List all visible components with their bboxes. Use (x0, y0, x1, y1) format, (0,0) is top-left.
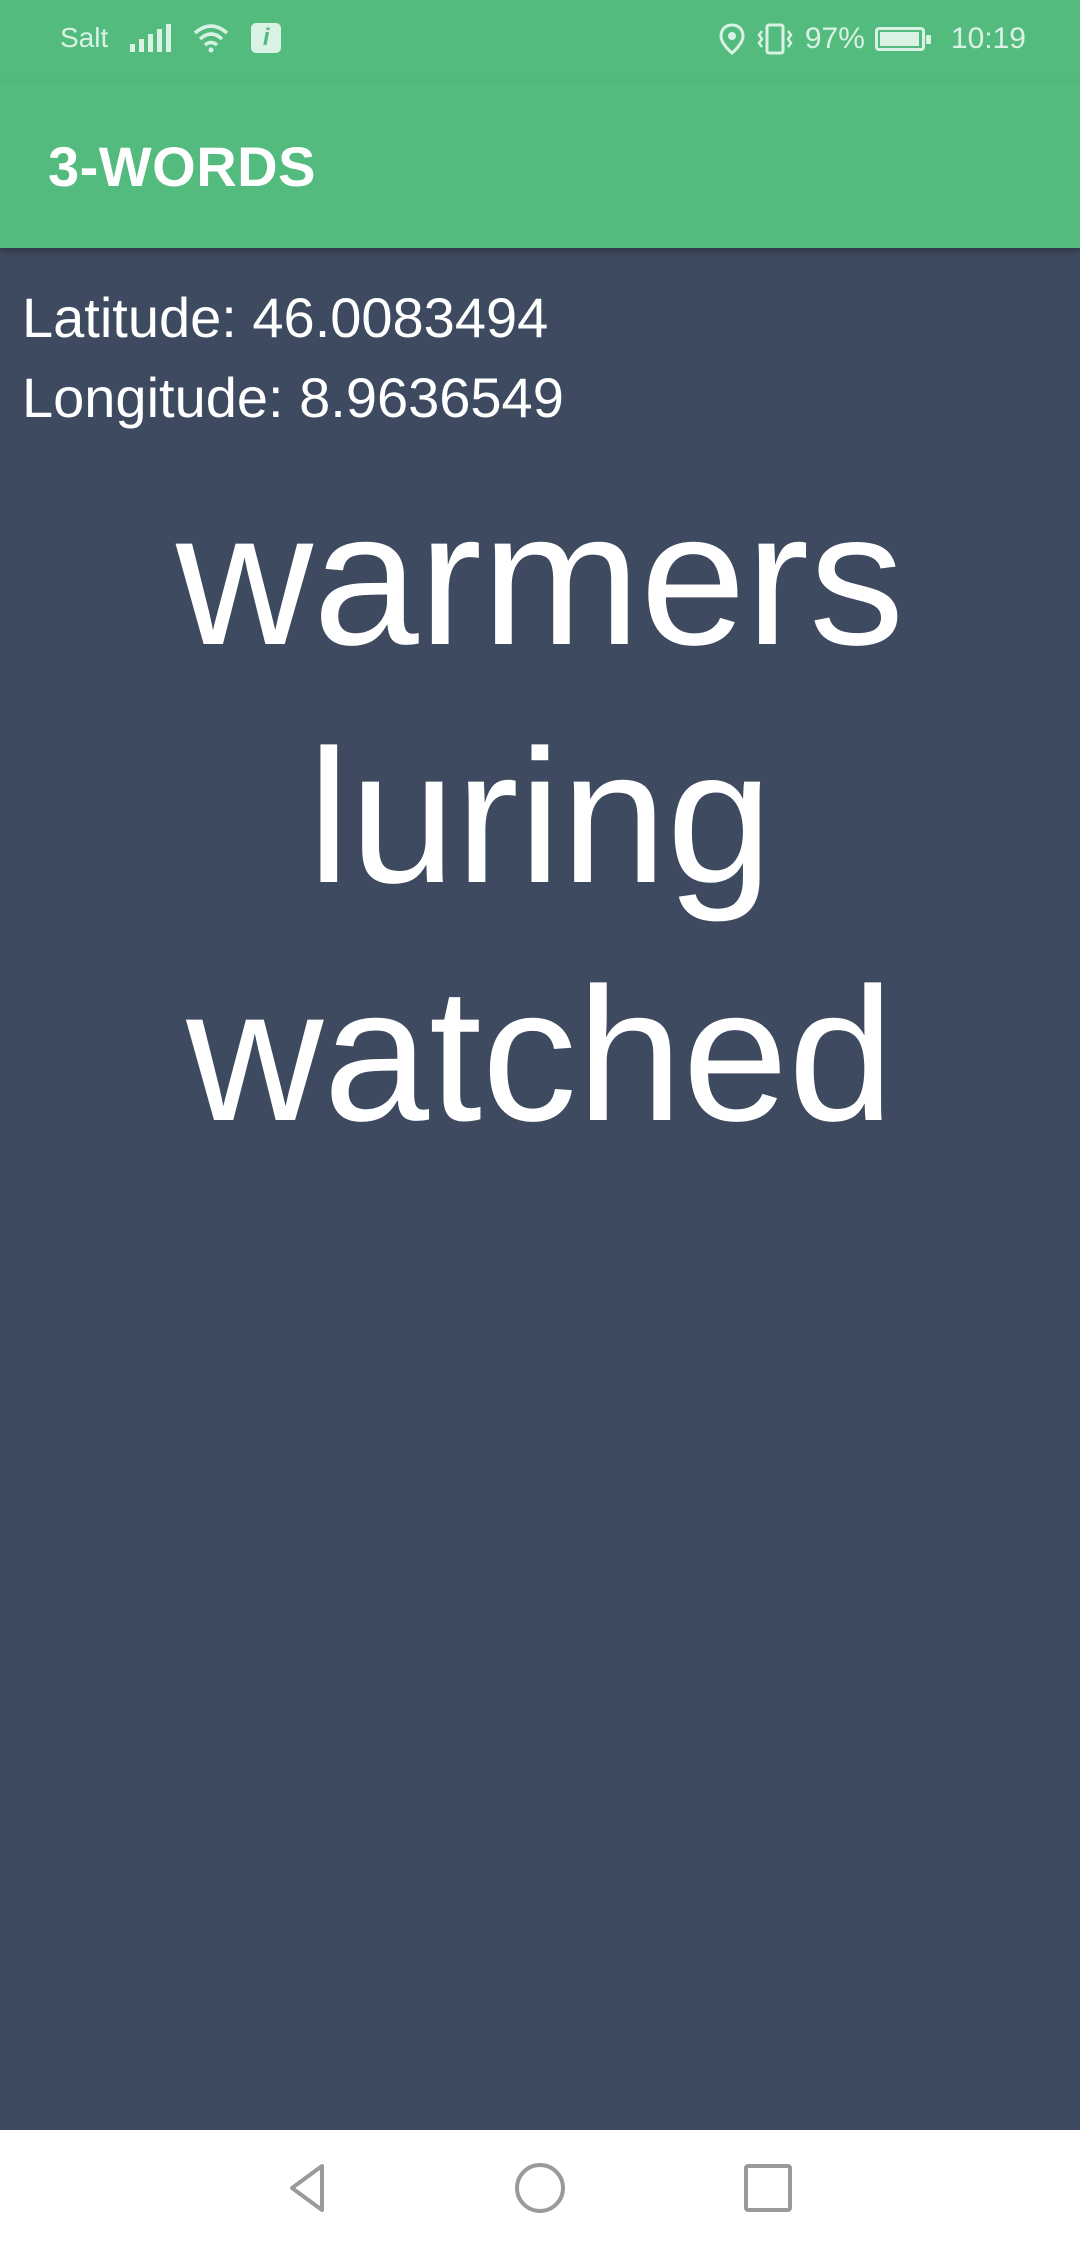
three-words: warmers luring watched (0, 460, 1080, 1174)
vibrate-icon (757, 23, 793, 55)
wifi-icon (194, 24, 229, 53)
word-2: luring (307, 711, 773, 923)
navigation-bar (0, 2130, 1080, 2244)
word-3: watched (186, 949, 894, 1161)
battery-percent: 97% (804, 22, 865, 55)
word-1: warmers (175, 473, 905, 685)
signal-icon (130, 24, 172, 52)
back-icon[interactable] (278, 2158, 338, 2218)
location-icon (719, 23, 745, 55)
latitude-label: Latitude: 46.0083494 (22, 286, 549, 349)
screen: Salt i 97% 10:19 3-WORDS Latitude: 46.00… (0, 0, 1080, 2244)
carrier-label: Salt (60, 22, 109, 53)
battery-icon (874, 27, 931, 51)
status-bar: Salt i 97% 10:19 (0, 0, 1080, 82)
home-icon[interactable] (510, 2158, 570, 2218)
recents-icon[interactable] (738, 2158, 798, 2218)
info-icon: i (251, 23, 282, 53)
status-bar-right: 97% 10:19 (719, 22, 1026, 56)
app-bar: 3-WORDS (0, 82, 1080, 248)
status-bar-left: Salt i (60, 22, 282, 54)
battery-fill (879, 32, 919, 46)
coordinates: Latitude: 46.0083494 Longitude: 8.963654… (22, 278, 564, 438)
clock: 10:19 (950, 22, 1026, 55)
app-title: 3-WORDS (48, 135, 316, 198)
longitude-label: Longitude: 8.9636549 (22, 366, 564, 429)
